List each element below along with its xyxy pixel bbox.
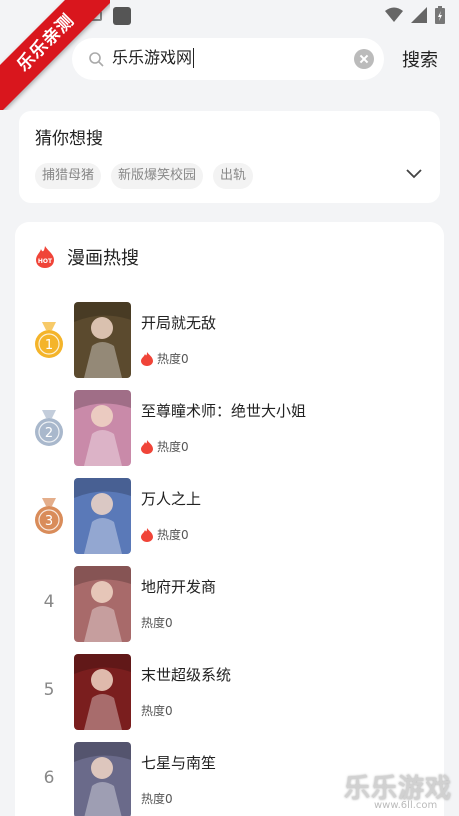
hot-list-item[interactable]: 5 末世超级系统热度0 xyxy=(15,654,444,734)
hot-fire-icon: HOT xyxy=(36,246,54,268)
hot-title: 漫画热搜 xyxy=(67,248,139,269)
search-query[interactable]: 乐乐游戏网 xyxy=(112,48,195,68)
rank-number: 5 xyxy=(43,680,55,700)
svg-text:HOT: HOT xyxy=(38,258,53,265)
guess-section: 猜你想搜 捕猎母猪 新版爆笑校园 出轨 xyxy=(19,111,440,203)
rank-number: 3 xyxy=(45,514,53,529)
guess-tag[interactable]: 捕猎母猪 xyxy=(35,163,102,189)
battery-icon xyxy=(435,6,445,24)
heat-indicator: 热度0 xyxy=(141,790,173,807)
rank-medal-icon: 1 xyxy=(35,322,63,358)
heat-value: 热度0 xyxy=(141,792,173,806)
heat-indicator: 热度0 xyxy=(141,526,189,543)
promo-ribbon: 乐乐亲测 xyxy=(0,0,110,110)
guess-title: 猜你想搜 xyxy=(35,129,103,149)
search-button[interactable]: 搜索 xyxy=(402,46,438,72)
rank-number: 6 xyxy=(43,768,55,788)
heat-value: 热度0 xyxy=(157,352,189,366)
guess-tag[interactable]: 新版爆笑校园 xyxy=(111,163,204,189)
heat-value: 热度0 xyxy=(157,528,189,542)
comic-title[interactable]: 至尊瞳术师：绝世大小姐 xyxy=(141,400,306,421)
comic-cover[interactable] xyxy=(74,742,131,816)
comic-title[interactable]: 地府开发商 xyxy=(141,576,216,597)
rank-medal-icon: 3 xyxy=(35,498,63,534)
hot-list-item[interactable]: 1 开局就无敌热度0 xyxy=(15,302,444,382)
comic-cover[interactable] xyxy=(74,566,131,642)
guess-tag[interactable]: 出轨 xyxy=(213,163,254,189)
wifi-icon xyxy=(385,7,403,22)
app-indicator-icon xyxy=(113,7,131,25)
chevron-down-icon[interactable] xyxy=(406,169,422,179)
watermark: 乐乐游戏 www.6ll.com xyxy=(344,768,459,816)
flame-icon xyxy=(141,351,153,366)
rank-number: 4 xyxy=(43,592,55,612)
heat-indicator: 热度0 xyxy=(141,350,189,367)
comic-title[interactable]: 开局就无敌 xyxy=(141,312,216,333)
hot-list-item[interactable]: 3 万人之上热度0 xyxy=(15,478,444,558)
clear-icon[interactable] xyxy=(354,49,374,69)
comic-title[interactable]: 七星与南笙 xyxy=(141,752,216,773)
rank-number: 1 xyxy=(45,338,53,353)
heat-value: 热度0 xyxy=(141,616,173,630)
ribbon-text: 乐乐亲测 xyxy=(0,0,110,110)
rank-medal-icon: 2 xyxy=(35,410,63,446)
heat-indicator: 热度0 xyxy=(141,614,173,631)
hot-list-item[interactable]: 4 地府开发商热度0 xyxy=(15,566,444,646)
watermark-url: www.6ll.com xyxy=(374,800,438,811)
comic-cover[interactable] xyxy=(74,654,131,730)
comic-title[interactable]: 万人之上 xyxy=(141,488,201,509)
hot-search-section: HOT 漫画热搜 1 开局就无敌 热度0 2 至尊瞳术师：绝世大小姐 热度0 3 万人之上 热度… xyxy=(15,222,444,816)
search-input[interactable]: 乐乐游戏网 xyxy=(72,38,384,80)
heat-indicator: 热度0 xyxy=(141,438,189,455)
rank-number: 2 xyxy=(45,426,53,441)
heat-value: 热度0 xyxy=(141,704,173,718)
comic-cover[interactable] xyxy=(74,390,131,466)
signal-icon xyxy=(411,7,427,23)
flame-icon xyxy=(141,527,153,542)
comic-title[interactable]: 末世超级系统 xyxy=(141,664,231,685)
heat-value: 热度0 xyxy=(157,440,189,454)
hot-list-item[interactable]: 2 至尊瞳术师：绝世大小姐热度0 xyxy=(15,390,444,470)
heat-indicator: 热度0 xyxy=(141,702,173,719)
comic-cover[interactable] xyxy=(74,302,131,378)
comic-cover[interactable] xyxy=(74,478,131,554)
flame-icon xyxy=(141,439,153,454)
